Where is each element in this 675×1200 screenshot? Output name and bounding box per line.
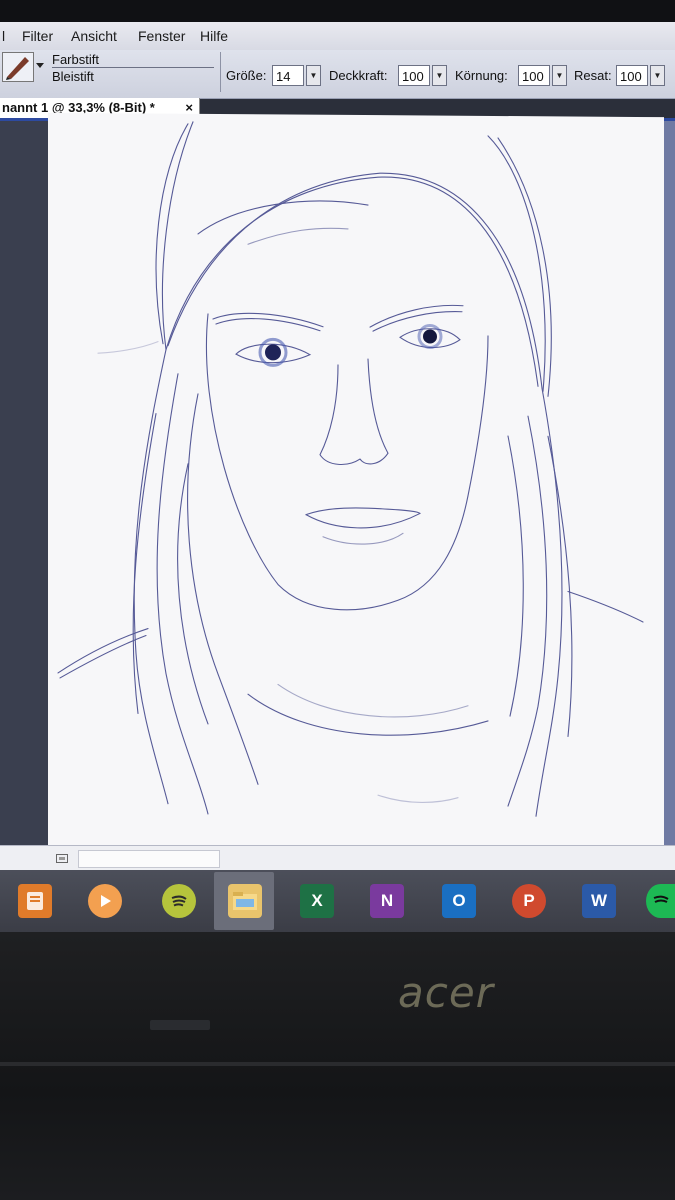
title-strip: [0, 0, 675, 22]
menu-item-hilfe[interactable]: Hilfe: [200, 28, 228, 44]
drawing-canvas[interactable]: [48, 112, 664, 860]
menu-item-fenster[interactable]: Fenster: [138, 28, 185, 44]
resat-field[interactable]: 100: [616, 65, 648, 86]
grain-field[interactable]: 100: [518, 65, 550, 86]
resat-label: Resat:: [574, 68, 612, 83]
word-icon[interactable]: W: [582, 884, 616, 918]
opacity-label: Deckkraft:: [329, 68, 388, 83]
taskbar: X N O P W: [0, 870, 675, 932]
chevron-down-icon[interactable]: [34, 54, 46, 76]
laptop-bezel: [0, 932, 675, 1200]
size-label: Größe:: [226, 68, 267, 83]
outlook-icon[interactable]: O: [442, 884, 476, 918]
tool-group-label: Farbstift: [52, 52, 99, 67]
size-field[interactable]: 14: [272, 65, 304, 86]
bezel-detail: [150, 1020, 210, 1030]
media-player-icon[interactable]: [88, 884, 122, 918]
size-dropdown-chevron-icon[interactable]: ▼: [306, 65, 321, 86]
onenote-icon[interactable]: N: [370, 884, 404, 918]
tool-options-bar: Farbstift Bleistift Größe: 14 ▼ Deckkraf…: [0, 50, 675, 99]
pencil-portrait-sketch: [57, 121, 644, 817]
file-explorer-icon[interactable]: [228, 884, 262, 918]
menu-item-partial[interactable]: l: [2, 28, 5, 44]
tool-name-divider: [52, 67, 214, 68]
navigator-icon[interactable]: [56, 854, 68, 863]
menu-bar: l Filter Ansicht Fenster Hilfe: [0, 22, 675, 50]
status-field: [78, 850, 220, 868]
screen: l Filter Ansicht Fenster Hilfe Farbstift…: [0, 0, 675, 935]
spotify-icon[interactable]: [162, 884, 196, 918]
brand-logo: acer: [398, 968, 494, 1017]
menu-item-ansicht[interactable]: Ansicht: [71, 28, 117, 44]
resat-dropdown-chevron-icon[interactable]: ▼: [650, 65, 665, 86]
status-bar: [0, 845, 675, 871]
toolbar-separator: [220, 52, 221, 92]
powerpoint-icon[interactable]: P: [512, 884, 546, 918]
excel-icon[interactable]: X: [300, 884, 334, 918]
files-app-icon[interactable]: [18, 884, 52, 918]
tool-name-label: Bleistift: [52, 69, 94, 84]
menu-item-filter[interactable]: Filter: [22, 28, 53, 44]
spotify-icon-2[interactable]: [646, 884, 675, 918]
grain-label: Körnung:: [455, 68, 508, 83]
pencil-tool-icon[interactable]: [2, 52, 34, 82]
opacity-field[interactable]: 100: [398, 65, 430, 86]
opacity-dropdown-chevron-icon[interactable]: ▼: [432, 65, 447, 86]
laptop-hinge: [0, 1062, 675, 1066]
grain-dropdown-chevron-icon[interactable]: ▼: [552, 65, 567, 86]
